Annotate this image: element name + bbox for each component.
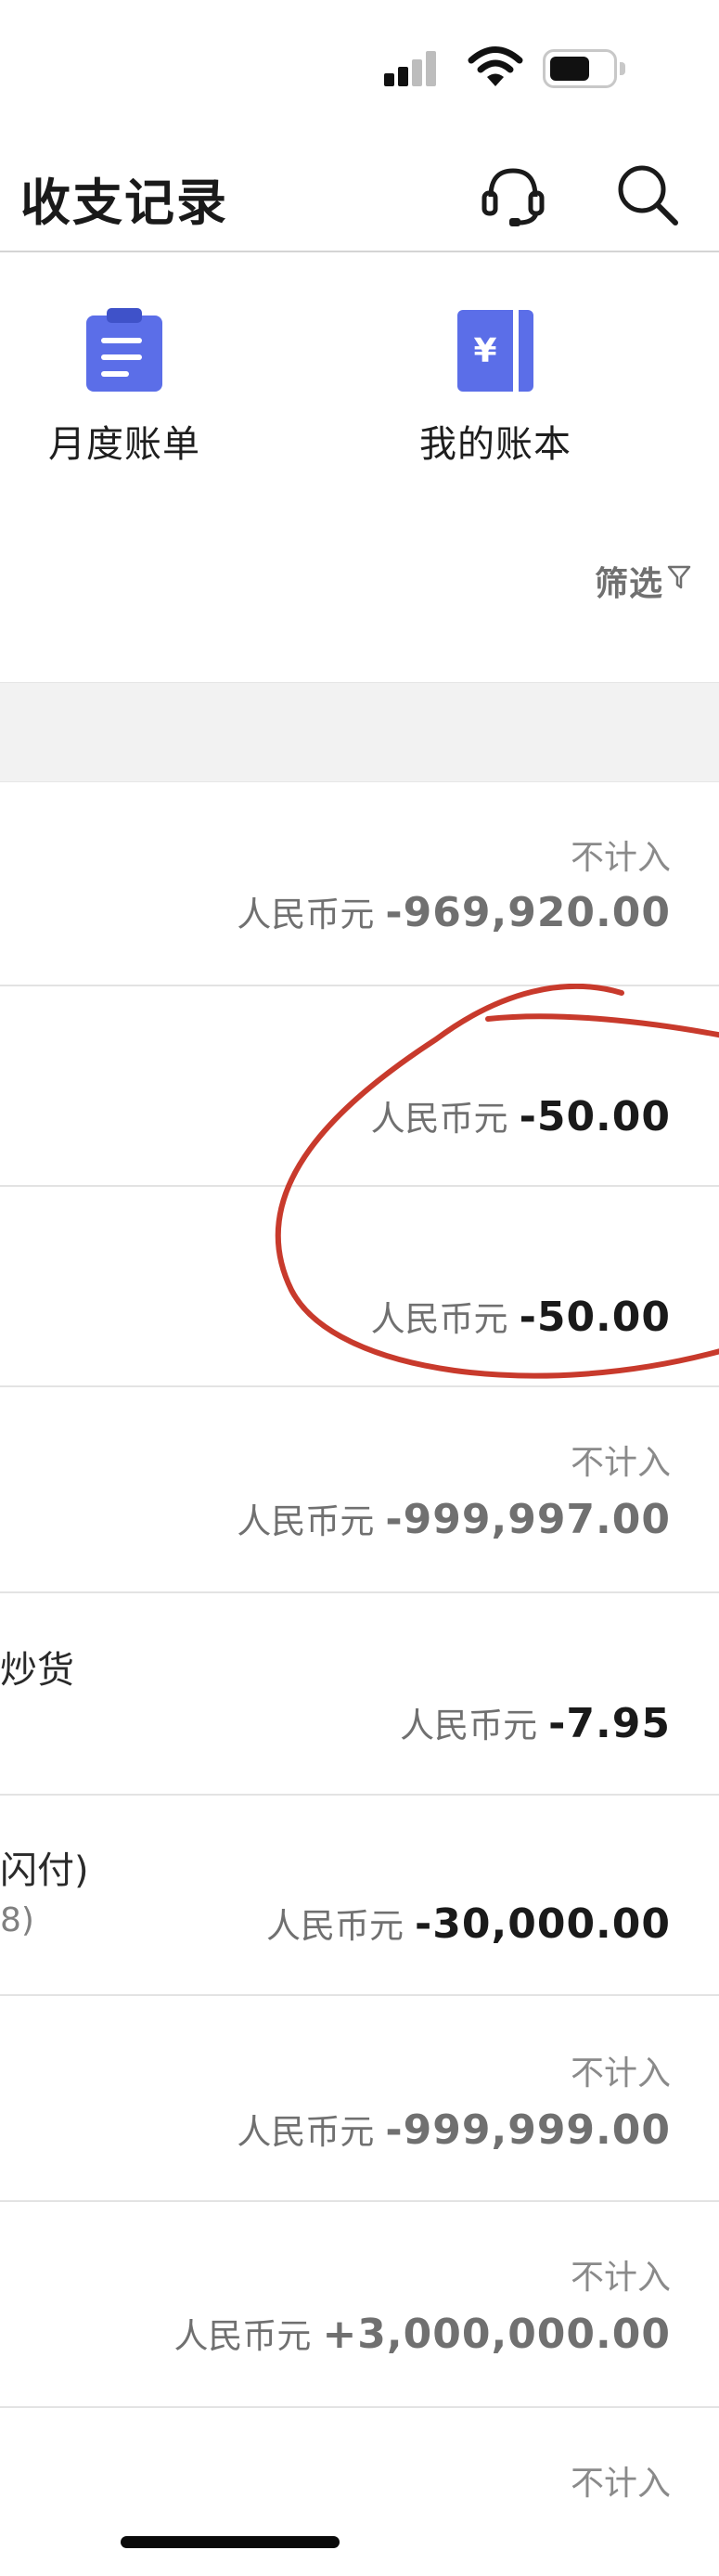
amount-value: +3,000,000.00 bbox=[322, 2311, 671, 2358]
currency-label: 人民币元 bbox=[237, 895, 375, 934]
monthly-bill-button[interactable]: 月度账单 bbox=[4, 308, 245, 468]
currency-label: 人民币元 bbox=[173, 2316, 312, 2356]
currency-label: 人民币元 bbox=[370, 1299, 508, 1339]
record-row[interactable]: 炒货 人民币元 -7.95 bbox=[0, 1593, 719, 1796]
record-row[interactable]: 不计入 人民币元 +3,000,000.00 bbox=[0, 2202, 719, 2408]
clipboard-icon bbox=[83, 308, 166, 393]
nav-header: 收支记录 bbox=[0, 139, 719, 252]
record-row[interactable]: 人民币元 -50.00 bbox=[0, 986, 719, 1187]
amount: 人民币元 -50.00 bbox=[371, 1291, 671, 1341]
status-bar bbox=[0, 0, 719, 139]
home-indicator[interactable] bbox=[121, 2536, 340, 2548]
amount: 人民币元 +3,000,000.00 bbox=[173, 2308, 671, 2358]
amount: 人民币元 -7.95 bbox=[400, 1697, 671, 1747]
currency-label: 人民币元 bbox=[237, 1501, 375, 1541]
excluded-label: 不计入 bbox=[570, 839, 671, 877]
currency-label: 人民币元 bbox=[370, 1099, 508, 1139]
excluded-label: 不计入 bbox=[570, 2259, 671, 2297]
battery-icon bbox=[543, 49, 625, 88]
amount: 人民币元 -999,999.00 bbox=[237, 2104, 671, 2154]
section-header bbox=[0, 682, 719, 782]
quick-actions: 月度账单 ¥ 我的账本 bbox=[0, 252, 719, 475]
amount-value: -50.00 bbox=[519, 1294, 671, 1341]
my-ledger-label: 我的账本 bbox=[419, 423, 571, 466]
filter-button[interactable]: 筛选 bbox=[595, 557, 663, 605]
currency-label: 人民币元 bbox=[266, 1906, 404, 1946]
cellular-signal-icon bbox=[384, 51, 449, 88]
amount-value: -999,999.00 bbox=[385, 2106, 671, 2154]
record-row[interactable]: 人民币元 -50.00 bbox=[0, 1187, 719, 1387]
headset-icon[interactable] bbox=[478, 160, 548, 230]
record-row[interactable]: 闪付) 8) 人民币元 -30,000.00 bbox=[0, 1796, 719, 1996]
currency-label: 人民币元 bbox=[237, 2112, 375, 2152]
excluded-label: 不计入 bbox=[570, 1444, 671, 1482]
record-row[interactable]: 不计入 bbox=[0, 2408, 719, 2576]
wifi-icon bbox=[468, 46, 523, 86]
ledger-yuan-icon: ¥ bbox=[454, 308, 537, 393]
amount: 人民币元 -969,920.00 bbox=[237, 886, 671, 936]
amount-value: -969,920.00 bbox=[385, 889, 671, 936]
filter-funnel-icon[interactable] bbox=[667, 564, 691, 590]
card-suffix: 8) bbox=[0, 1901, 34, 1939]
amount-value: -50.00 bbox=[519, 1093, 671, 1140]
payment-method: 闪付) bbox=[0, 1849, 89, 1892]
amount: 人民币元 -30,000.00 bbox=[266, 1898, 671, 1948]
app-screen: 收支记录 月度账单 ¥ 我的账本 筛选 不计入 人民币元 -969,920.00… bbox=[0, 0, 719, 2576]
filter-label: 筛选 bbox=[594, 565, 663, 603]
search-icon[interactable] bbox=[612, 160, 683, 230]
record-row[interactable]: 不计入 人民币元 -999,999.00 bbox=[0, 1996, 719, 2202]
excluded-label: 不计入 bbox=[570, 2465, 671, 2503]
currency-label: 人民币元 bbox=[400, 1706, 538, 1745]
amount-value: -999,997.00 bbox=[385, 1496, 671, 1543]
excluded-label: 不计入 bbox=[570, 2054, 671, 2093]
amount: 人民币元 -50.00 bbox=[371, 1090, 671, 1140]
amount: 人民币元 -999,997.00 bbox=[237, 1493, 671, 1543]
page-title: 收支记录 bbox=[20, 174, 228, 232]
record-row[interactable]: 不计入 人民币元 -999,997.00 bbox=[0, 1387, 719, 1593]
amount-value: -30,000.00 bbox=[415, 1900, 671, 1948]
my-ledger-button[interactable]: ¥ 我的账本 bbox=[375, 308, 616, 468]
record-row[interactable]: 不计入 人民币元 -969,920.00 bbox=[0, 784, 719, 986]
merchant-name: 炒货 bbox=[0, 1649, 74, 1692]
amount-value: -7.95 bbox=[548, 1700, 671, 1747]
monthly-bill-label: 月度账单 bbox=[48, 423, 200, 466]
svg-text:¥: ¥ bbox=[473, 332, 496, 370]
